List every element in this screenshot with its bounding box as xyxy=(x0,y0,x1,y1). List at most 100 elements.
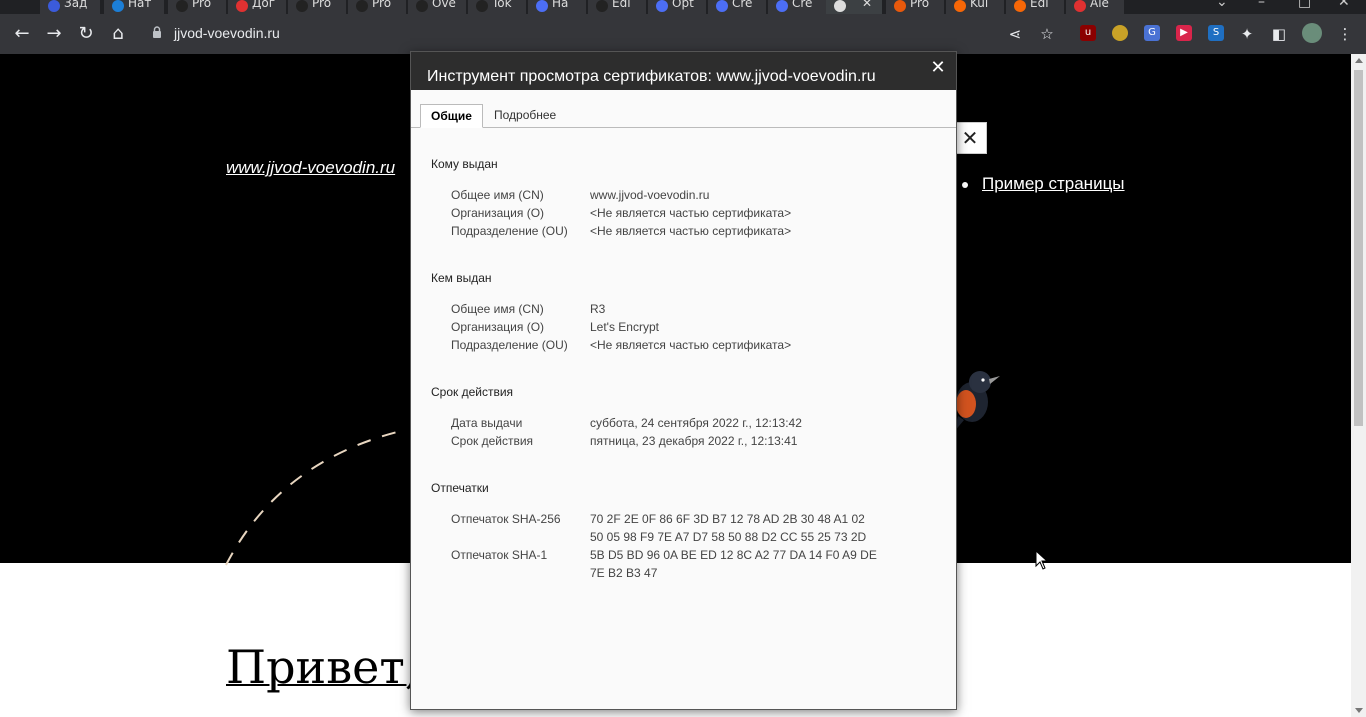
certificate-viewer-dialog: Инструмент просмотра сертификатов: www.j… xyxy=(410,51,957,710)
browser-toolbar: ← → ↻ ⌂ jjvod-voevodin.ru ⋖ ☆ u G ▶ S ✦ … xyxy=(0,14,1366,54)
tab-favicon-icon xyxy=(1014,0,1026,12)
field-value: 7E B2 B3 47 xyxy=(590,566,658,580)
browser-tab[interactable]: Cre xyxy=(708,0,766,14)
browser-tab[interactable]: Pro xyxy=(886,0,944,14)
profile-avatar[interactable] xyxy=(1302,23,1322,43)
tab-favicon-icon xyxy=(834,0,846,12)
tab-favicon-icon xyxy=(356,0,368,12)
menu-close-button[interactable]: ✕ xyxy=(953,122,987,154)
field-value: Let's Encrypt xyxy=(590,320,659,334)
browser-tab[interactable]: Pro xyxy=(348,0,406,14)
browser-tab[interactable]: Ove xyxy=(408,0,466,14)
field-value: 5B D5 BD 96 0A BE ED 12 8C A2 77 DA 14 F… xyxy=(590,548,877,562)
browser-tab[interactable]: Cre xyxy=(768,0,826,14)
side-panel-icon[interactable]: ◧ xyxy=(1270,25,1288,43)
bullet-icon xyxy=(962,181,968,188)
extensions-puzzle-icon[interactable]: ✦ xyxy=(1238,25,1256,43)
browser-tab[interactable]: Tok xyxy=(468,0,526,14)
field-value: суббота, 24 сентября 2022 г., 12:13:42 xyxy=(590,416,802,430)
field-label: Подразделение (OU) xyxy=(451,338,568,352)
dialog-close-icon[interactable]: ✕ xyxy=(927,57,949,79)
field-label: Отпечаток SHA-256 xyxy=(451,512,561,526)
section-heading-fingerprints: Отпечатки xyxy=(431,481,489,495)
tab-search-icon[interactable]: ⌄ xyxy=(1216,0,1228,10)
tab-favicon-icon xyxy=(296,0,308,12)
address-bar[interactable]: jjvod-voevodin.ru xyxy=(142,20,1070,48)
field-value: <Не является частью сертификата> xyxy=(590,338,792,352)
browser-tab[interactable]: На xyxy=(528,0,586,14)
menu-kebab-icon[interactable]: ⋮ xyxy=(1336,25,1354,43)
tab-details[interactable]: Подробнее xyxy=(484,104,566,126)
nav-menu-item: Пример страницы xyxy=(962,174,1125,194)
dashed-arc-decoration xyxy=(225,429,406,566)
field-label: Общее имя (CN) xyxy=(451,302,544,316)
url-text[interactable]: jjvod-voevodin.ru xyxy=(174,25,280,41)
section-heading-issued-to: Кому выдан xyxy=(431,157,498,171)
browser-tab[interactable]: Edi xyxy=(588,0,646,14)
field-label: Дата выдачи xyxy=(451,416,523,430)
field-value: www.jjvod-voevodin.ru xyxy=(590,188,710,202)
field-value: R3 xyxy=(590,302,606,316)
tab-favicon-icon xyxy=(596,0,608,12)
dialog-titlebar: Инструмент просмотра сертификатов: www.j… xyxy=(411,52,956,90)
scroll-down-icon[interactable] xyxy=(1355,708,1363,713)
browser-tab[interactable]: Зад xyxy=(40,0,100,14)
field-label: Организация (O) xyxy=(451,206,545,220)
scroll-up-icon[interactable] xyxy=(1355,58,1363,63)
window-close-icon[interactable]: ✕ xyxy=(1338,0,1350,10)
translate-extension-icon[interactable]: G xyxy=(1144,25,1160,41)
dialog-tabs: Общие Подробнее xyxy=(411,102,956,128)
browser-tab[interactable]: Ale xyxy=(1066,0,1124,14)
tab-favicon-icon xyxy=(176,0,188,12)
field-value: 50 05 98 F9 7E A7 D7 58 50 88 D2 CC 55 2… xyxy=(590,530,867,544)
tab-favicon-icon xyxy=(112,0,124,12)
home-icon[interactable]: ⌂ xyxy=(106,22,130,46)
tab-general[interactable]: Общие xyxy=(420,104,483,128)
bookmark-star-icon[interactable]: ☆ xyxy=(1038,25,1056,43)
scrollbar-thumb[interactable] xyxy=(1354,70,1363,426)
tab-strip: Зад Нат Pro Дог Pro Pro Ove Tok На Edi O… xyxy=(0,0,1366,14)
browser-tab[interactable]: Дог xyxy=(228,0,286,14)
tab-favicon-icon xyxy=(656,0,668,12)
share-icon[interactable]: ⋖ xyxy=(1006,25,1024,43)
browser-tab[interactable]: Edi xyxy=(1006,0,1064,14)
tab-favicon-icon xyxy=(236,0,248,12)
mouse-cursor-icon xyxy=(1035,550,1049,570)
field-value: <Не является частью сертификата> xyxy=(590,206,792,220)
tab-favicon-icon xyxy=(776,0,788,12)
s-extension-icon[interactable]: S xyxy=(1208,25,1224,41)
dialog-title: Инструмент просмотра сертификатов: www.j… xyxy=(427,68,876,85)
site-title-link[interactable]: www.jjvod-voevodin.ru xyxy=(226,158,395,178)
minimize-icon[interactable]: – xyxy=(1258,0,1265,10)
maximize-icon[interactable]: □ xyxy=(1298,0,1311,10)
browser-tab-active[interactable]: ✕ xyxy=(826,0,882,14)
extension-icon[interactable] xyxy=(1112,25,1128,41)
field-label: Срок действия xyxy=(451,434,534,448)
browser-tab[interactable]: Opt xyxy=(648,0,706,14)
section-heading-validity: Срок действия xyxy=(431,385,514,399)
field-value: пятница, 23 декабря 2022 г., 12:13:41 xyxy=(590,434,798,448)
browser-tab[interactable]: Нат xyxy=(104,0,164,14)
tab-favicon-icon xyxy=(894,0,906,12)
tab-favicon-icon xyxy=(716,0,728,12)
tab-favicon-icon xyxy=(48,0,60,12)
nav-link-sample-page[interactable]: Пример страницы xyxy=(982,174,1125,193)
video-extension-icon[interactable]: ▶ xyxy=(1176,25,1192,41)
browser-tab[interactable]: Pro xyxy=(288,0,346,14)
tab-favicon-icon xyxy=(476,0,488,12)
forward-icon[interactable]: → xyxy=(42,22,66,46)
lock-icon[interactable] xyxy=(152,26,162,38)
field-label: Организация (O) xyxy=(451,320,545,334)
browser-tab[interactable]: Kul xyxy=(946,0,1004,14)
field-label: Общее имя (CN) xyxy=(451,188,544,202)
page-scrollbar[interactable] xyxy=(1351,54,1366,717)
ublock-extension-icon[interactable]: u xyxy=(1080,25,1096,41)
back-icon[interactable]: ← xyxy=(10,22,34,46)
tab-favicon-icon xyxy=(416,0,428,12)
browser-tab[interactable]: Pro xyxy=(168,0,226,14)
field-label: Подразделение (OU) xyxy=(451,224,568,238)
field-value: 70 2F 2E 0F 86 6F 3D B7 12 78 AD 2B 30 4… xyxy=(590,512,865,526)
reload-icon[interactable]: ↻ xyxy=(74,22,98,46)
bird-illustration xyxy=(954,371,1000,432)
tab-favicon-icon xyxy=(954,0,966,12)
